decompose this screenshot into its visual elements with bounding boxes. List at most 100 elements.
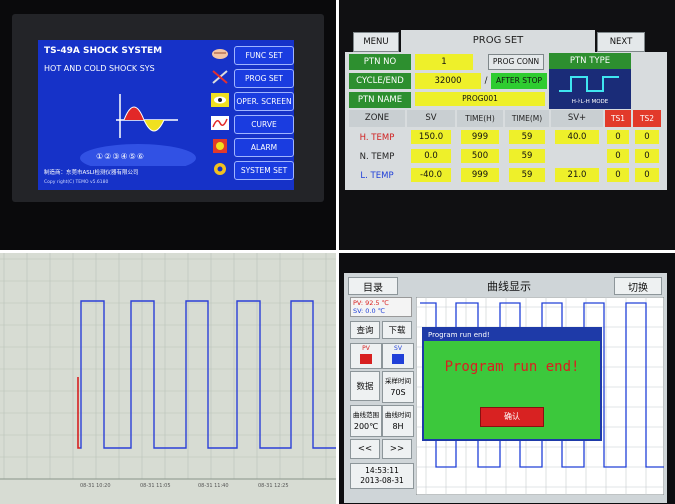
hmi-curve-display-photo: 目录 曲线显示 切换 PV: 92.5 ℃ SV: 0.0 ℃ 查询 下载 PV… — [339, 253, 675, 504]
pv-sv-readout: PV: 92.5 ℃ SV: 0.0 ℃ — [350, 297, 412, 317]
hmi-main-menu-photo: TS-49A SHOCK SYSTEM HOT AND COLD SHOCK S… — [0, 0, 336, 250]
cycle-end-label: CYCLE/END — [349, 73, 411, 89]
sv-plus-header: SV+ — [551, 110, 603, 127]
dialog-title-bar: Program run end! — [424, 329, 600, 341]
hand-icon — [212, 49, 228, 59]
h-temp-time-h[interactable]: 999 — [461, 130, 499, 144]
sv-readout: SV: 0.0 ℃ — [353, 307, 386, 315]
pv-check-icon — [360, 354, 372, 364]
curve-trace-photo: 08-31 10:20 08-31 11:05 08-31 11:40 08-31 1… — [0, 253, 336, 504]
time-h-header: TIME(H) — [457, 110, 503, 127]
curve-range-value: 200℃ — [353, 422, 379, 431]
l-temp-time-m[interactable]: 59 — [509, 168, 545, 182]
l-temp-time-h[interactable]: 999 — [461, 168, 499, 182]
h-temp-sv-plus[interactable]: 40.0 — [555, 130, 599, 144]
prog-conn-button[interactable]: PROG CONN — [488, 54, 544, 70]
pv-toggle-label: PV — [362, 345, 370, 352]
next-button[interactable]: NEXT — [597, 32, 645, 52]
h-temp-ts2[interactable]: 0 — [635, 130, 659, 144]
l-temp-ts2[interactable]: 0 — [635, 168, 659, 182]
n-temp-time-m[interactable]: 59 — [509, 149, 545, 163]
square-wave-trace — [80, 300, 336, 449]
n-temp-ts1[interactable]: 0 — [607, 149, 629, 163]
time-m-header: TIME(M) — [505, 110, 549, 127]
h-temp-ts1[interactable]: 0 — [607, 130, 629, 144]
n-temp-ts2[interactable]: 0 — [635, 149, 659, 163]
l-temp-ts1[interactable]: 0 — [607, 168, 629, 182]
sample-time-value: 70S — [390, 388, 406, 397]
main-menu-screen: TS-49A SHOCK SYSTEM HOT AND COLD SHOCK S… — [38, 40, 294, 190]
data-button[interactable]: 数据 — [350, 371, 380, 401]
curve-time-label: 曲线时间 — [385, 411, 411, 419]
curve-button[interactable]: CURVE — [234, 115, 294, 134]
time-axis-label: 08-31 10:20 — [80, 483, 111, 489]
dialog-message: Program run end! — [444, 359, 580, 375]
time-axis-label: 08-31 11:40 — [198, 483, 229, 489]
cycle-separator: / — [484, 75, 488, 86]
cycle-value[interactable]: 32000 — [415, 73, 481, 89]
h-temp-time-m[interactable]: 59 — [509, 130, 545, 144]
zone-header: ZONE — [349, 110, 405, 127]
copyright-text: Copy right(C) TEMO v5.6180 — [44, 180, 109, 185]
globe-decoration — [80, 144, 196, 166]
eye-icon — [211, 93, 229, 107]
ptn-no-value[interactable]: 1 — [415, 54, 473, 70]
ptn-mode-text: H-ﾄL-H MODE — [571, 99, 609, 105]
page-back-button[interactable]: << — [350, 439, 380, 459]
program-end-dialog: Program run end! Program run end! 确认 — [422, 327, 602, 441]
curve-display-screen: 目录 曲线显示 切换 PV: 92.5 ℃ SV: 0.0 ℃ 查询 下载 PV… — [344, 273, 667, 503]
manufacturer-text: 制造商：东莞市ASLI检测仪器有限公司 — [44, 170, 139, 176]
prog-set-button[interactable]: PROG SET — [234, 69, 294, 88]
prog-set-title: PROG SET — [401, 30, 595, 52]
clock-date: 2013-08-31 — [360, 476, 404, 485]
n-temp-time-h[interactable]: 500 — [461, 149, 499, 163]
ptn-type-label: PTN TYPE — [549, 53, 631, 69]
query-button[interactable]: 查询 — [350, 321, 380, 339]
l-temp-sv-plus[interactable]: 21.0 — [555, 168, 599, 182]
sv-toggle-label: SV — [394, 345, 402, 352]
curve-display-title: 曲线显示 — [487, 279, 531, 293]
zone-h-temp: H. TEMP — [359, 132, 395, 143]
screen-number-row: ①②③④⑤⑥ — [96, 152, 146, 161]
menu-button[interactable]: MENU — [353, 32, 399, 52]
h-temp-sv[interactable]: 150.0 — [411, 130, 451, 144]
gear-icon — [214, 163, 226, 175]
system-subtitle: HOT AND COLD SHOCK SYS — [44, 64, 155, 73]
page-forward-button[interactable]: >> — [382, 439, 412, 459]
curve-grid — [0, 253, 336, 480]
ts2-header: TS2 — [633, 110, 661, 127]
catalog-button[interactable]: 目录 — [348, 277, 398, 295]
zone-l-temp: L. TEMP — [360, 170, 394, 181]
oper-screen-button[interactable]: OPER. SCREEN — [234, 92, 294, 111]
system-title: TS-49A SHOCK SYSTEM — [44, 46, 163, 56]
switch-button[interactable]: 切换 — [614, 277, 662, 295]
start-trace — [77, 377, 80, 449]
time-axis-label: 08-31 12:25 — [258, 483, 289, 489]
ptn-type-display[interactable]: H-ﾄL-H MODE — [549, 69, 631, 109]
pv-readout: PV: 92.5 ℃ — [353, 299, 389, 307]
curve-time-field[interactable]: 曲线时间 8H — [382, 405, 414, 437]
system-set-button[interactable]: SYSTEM SET — [234, 161, 294, 180]
clock-time: 14:53:11 — [365, 466, 399, 475]
prog-set-body: PTN NO 1 PROG CONN PTN TYPE CYCLE/END 32… — [345, 52, 667, 190]
ptn-name-value[interactable]: PROG001 — [415, 92, 545, 106]
pv-toggle[interactable]: PV — [350, 343, 382, 369]
tools-icon — [212, 70, 228, 84]
hmi-prog-set-photo: MENU PROG SET NEXT PTN NO 1 PROG CONN PT… — [339, 0, 675, 250]
after-stop-button[interactable]: AFTER STOP — [491, 73, 547, 89]
alarm-icon — [213, 139, 227, 153]
func-set-button[interactable]: FUNC SET — [234, 46, 294, 65]
l-temp-sv[interactable]: -40.0 — [411, 168, 451, 182]
sample-time-label: 采样时间 — [385, 377, 411, 385]
curve-range-label: 曲线范围 — [353, 411, 379, 419]
alarm-button[interactable]: ALARM — [234, 138, 294, 157]
download-button[interactable]: 下载 — [382, 321, 412, 339]
sample-time-field[interactable]: 采样时间 70S — [382, 371, 414, 403]
ptn-no-label: PTN NO — [349, 54, 411, 70]
sv-toggle[interactable]: SV — [382, 343, 414, 369]
time-axis-label: 08-31 11:05 — [140, 483, 171, 489]
curve-range-field[interactable]: 曲线范围 200℃ — [350, 405, 382, 437]
n-temp-sv[interactable]: 0.0 — [411, 149, 451, 163]
dialog-ok-button[interactable]: 确认 — [480, 407, 544, 427]
curve-time-value: 8H — [392, 422, 404, 431]
